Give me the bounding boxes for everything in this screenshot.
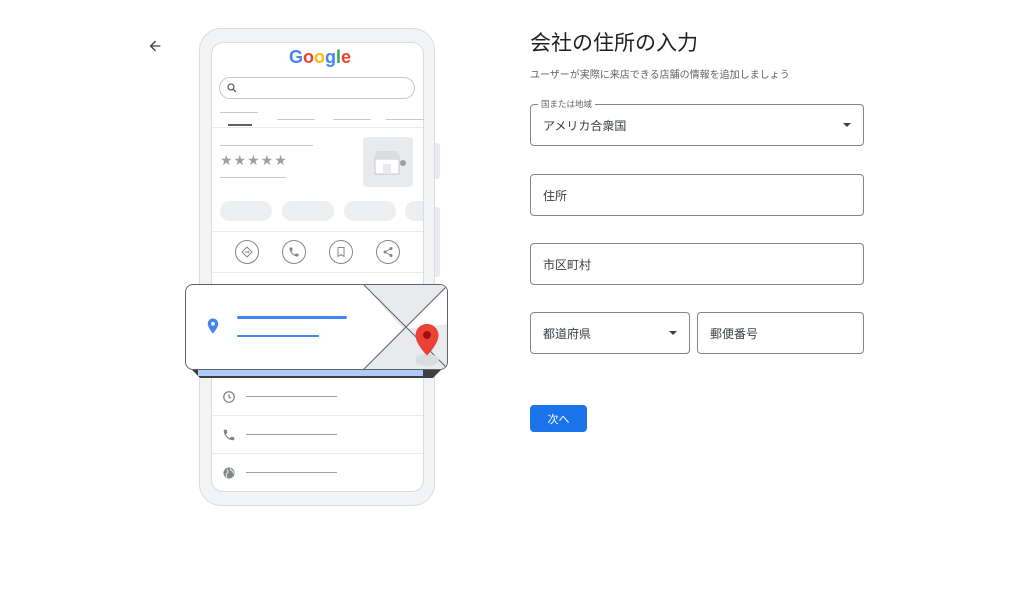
logo-letter: o (303, 47, 315, 67)
google-logo: Google (289, 47, 351, 68)
city-input[interactable]: 市区町村 (530, 243, 864, 285)
back-button[interactable] (143, 34, 167, 58)
phone-screen (211, 42, 424, 492)
tab-line (277, 119, 315, 120)
logo-letter: g (325, 47, 337, 67)
clock-icon (223, 391, 235, 403)
caret-down-icon (843, 123, 851, 127)
store-thumbnail (363, 137, 413, 187)
divider (212, 415, 423, 416)
placeholder-line (246, 434, 337, 435)
chip (220, 201, 272, 221)
search-icon (227, 83, 237, 93)
phone-icon (282, 240, 306, 264)
chip (282, 201, 334, 221)
globe-icon (223, 467, 235, 479)
page-title: 会社の住所の入力 (530, 31, 698, 55)
divider (212, 272, 423, 273)
chip (405, 201, 423, 221)
placeholder-line (220, 177, 286, 178)
address-input[interactable]: 住所 (530, 174, 864, 216)
phone-side-button (435, 143, 440, 179)
zip-input[interactable]: 郵便番号 (697, 312, 864, 354)
address-card-illustration (185, 284, 448, 370)
tab-line (220, 112, 258, 113)
divider (212, 231, 423, 232)
zip-placeholder: 郵便番号 (710, 326, 759, 341)
country-value: アメリカ合衆国 (543, 118, 627, 133)
state-placeholder: 都道府県 (543, 326, 592, 341)
country-label: 国または地域 (538, 98, 596, 110)
arrow-left-icon (149, 40, 161, 52)
logo-letter: o (314, 47, 326, 67)
phone-icon (223, 429, 235, 441)
share-icon (376, 240, 400, 264)
tab-line (333, 119, 371, 120)
tab-line (386, 119, 424, 120)
country-select[interactable]: アメリカ合衆国 (530, 104, 864, 146)
mini-search-bar (219, 77, 415, 99)
logo-letter: G (289, 47, 304, 67)
address-line (237, 335, 319, 337)
card-accent-strip (198, 370, 423, 376)
address-line (237, 316, 347, 319)
chip (344, 201, 396, 221)
tab-active-indicator (228, 124, 252, 126)
divider (212, 453, 423, 454)
logo-letter: e (341, 47, 352, 67)
placeholder-line (220, 145, 313, 146)
phone-side-button (435, 207, 440, 277)
bookmark-icon (329, 240, 353, 264)
state-select[interactable]: 都道府県 (530, 312, 690, 354)
placeholder-line (246, 396, 337, 397)
placeholder-line (246, 472, 337, 473)
location-pin-icon (207, 318, 219, 334)
map-graphic (363, 285, 447, 369)
divider (212, 127, 423, 128)
rating-stars: ★★★★★ (220, 153, 288, 169)
directions-icon (235, 240, 259, 264)
page-subtitle: ユーザーが実際に来店できる店舗の情報を追加しましょう (530, 70, 790, 81)
caret-down-icon (669, 331, 677, 335)
next-button[interactable]: 次へ (530, 405, 587, 432)
address-placeholder: 住所 (543, 188, 568, 203)
store-icon (373, 151, 406, 175)
city-placeholder: 市区町村 (543, 257, 592, 272)
